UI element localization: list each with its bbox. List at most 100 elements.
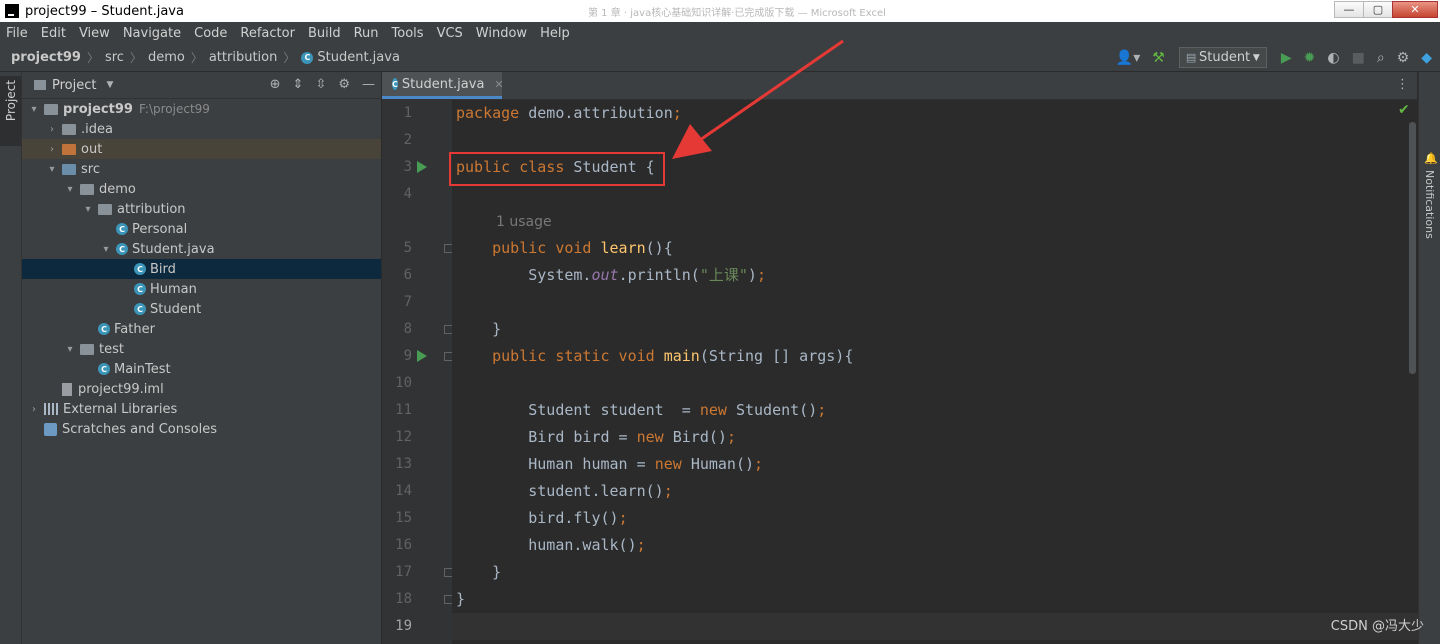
debug-icon[interactable]: ✹ — [1304, 50, 1316, 66]
expanded-arrow-icon[interactable]: ▾ — [64, 344, 76, 355]
menu-code[interactable]: Code — [194, 26, 227, 41]
code-line: student.learn(); — [452, 478, 1421, 505]
collapsed-arrow-icon[interactable]: › — [28, 404, 40, 415]
code-line: Bird bird = new Bird(); — [452, 424, 1421, 451]
tab-student-java[interactable]: C Student.java ✕ — [382, 72, 504, 99]
breadcrumb-src[interactable]: src — [105, 50, 124, 65]
menu-window[interactable]: Window — [476, 26, 527, 41]
run-gutter-icon[interactable] — [417, 161, 427, 173]
menu-vcs[interactable]: VCS — [437, 26, 463, 41]
tree-item[interactable]: › out — [22, 139, 381, 159]
collapse-all-icon[interactable]: ⇳ — [315, 77, 326, 92]
close-button[interactable]: ✕ — [1392, 1, 1438, 18]
line-number: 7 — [403, 294, 412, 310]
code-token: new — [636, 428, 673, 446]
collapsed-arrow-icon[interactable]: › — [46, 124, 58, 135]
line-number: 14 — [395, 483, 412, 499]
locate-target-icon[interactable]: ⊕ — [270, 77, 281, 92]
line-number: 18 — [395, 591, 412, 607]
tree-item[interactable]: C Human — [22, 279, 381, 299]
tree-item[interactable]: project99.iml — [22, 379, 381, 399]
tree-item-label: Scratches and Consoles — [62, 421, 218, 437]
project-panel-title[interactable]: Project — [52, 78, 96, 93]
notifications-tool-label[interactable]: Notifications — [1423, 170, 1436, 239]
tree-item[interactable]: › .idea — [22, 119, 381, 139]
project-tool-label[interactable]: Project — [4, 80, 18, 121]
run-gutter-icon[interactable] — [417, 350, 427, 362]
code-line: Human human = new Human(); — [452, 451, 1421, 478]
expanded-arrow-icon[interactable]: ▾ — [82, 204, 94, 215]
tree-item[interactable]: C Personal — [22, 219, 381, 239]
project-view-icon — [34, 80, 46, 90]
breadcrumb-project[interactable]: project99 — [11, 50, 81, 65]
toolbox-icon[interactable]: ◆ — [1421, 50, 1432, 66]
tree-item[interactable]: C Student — [22, 299, 381, 319]
code-token: ; — [726, 428, 736, 446]
run-configuration-select[interactable]: ▤ Student ▼ — [1178, 47, 1267, 68]
close-icon[interactable]: ✕ — [494, 78, 503, 91]
menu-view[interactable]: View — [79, 26, 110, 41]
tree-item[interactable]: ▾ attribution — [22, 199, 381, 219]
expand-all-icon[interactable]: ⇕ — [293, 77, 304, 92]
tree-item[interactable]: C MainTest — [22, 359, 381, 379]
more-vertical-icon[interactable]: ⋮ — [1396, 77, 1409, 92]
expanded-arrow-icon[interactable]: ▾ — [46, 164, 58, 175]
notifications-bell-icon[interactable]: 🔔 — [1424, 152, 1438, 165]
folder-icon — [62, 123, 76, 135]
tree-item[interactable]: › External Libraries — [22, 399, 381, 419]
minimize-button[interactable]: — — [1334, 1, 1364, 18]
settings-gear-icon[interactable]: ⚙ — [338, 77, 350, 92]
breadcrumb-demo[interactable]: demo — [148, 50, 185, 65]
breadcrumb-separator: 〉 — [190, 51, 203, 65]
search-icon[interactable]: ⌕ — [1377, 50, 1385, 66]
menu-file[interactable]: File — [6, 26, 28, 41]
expanded-arrow-icon[interactable]: ▾ — [28, 104, 40, 115]
tree-item[interactable]: ▾ C Student.java — [22, 239, 381, 259]
build-hammer-icon[interactable]: ⚒ — [1152, 50, 1165, 66]
user-icon[interactable]: 👤▾ — [1116, 50, 1140, 66]
library-icon — [44, 403, 58, 415]
tree-item[interactable]: ▾ project99 F:\project99 — [22, 99, 381, 119]
breadcrumb-file[interactable]: C Student.java — [301, 50, 400, 65]
menu-edit[interactable]: Edit — [41, 26, 66, 41]
tree-item[interactable]: C Father — [22, 319, 381, 339]
scratches-icon — [44, 422, 57, 436]
tree-item[interactable]: ▾ demo — [22, 179, 381, 199]
editor-scrollbar[interactable] — [1409, 122, 1416, 374]
line-number: 3 — [403, 159, 412, 175]
breadcrumb-attribution[interactable]: attribution — [209, 50, 278, 65]
chevron-down-icon[interactable]: ▼ — [106, 80, 113, 90]
menu-build[interactable]: Build — [308, 26, 341, 41]
run-icon[interactable]: ▶ — [1281, 50, 1292, 66]
code-token: Bird bird = — [456, 428, 637, 446]
tree-item-label: demo — [99, 181, 136, 197]
expanded-arrow-icon[interactable]: ▾ — [64, 184, 76, 195]
tree-item[interactable]: ▾ src — [22, 159, 381, 179]
collapsed-arrow-icon[interactable]: › — [46, 144, 58, 155]
line-number: 17 — [395, 564, 412, 580]
stop-icon[interactable]: ■ — [1352, 50, 1365, 66]
tree-item[interactable]: Scratches and Consoles — [22, 419, 381, 439]
expanded-arrow-icon[interactable]: ▾ — [100, 244, 112, 255]
tree-item[interactable]: C Bird — [22, 259, 381, 279]
left-tool-strip — [0, 72, 22, 644]
menu-navigate[interactable]: Navigate — [123, 26, 181, 41]
usage-hint[interactable]: 1 usage — [452, 208, 1440, 235]
maximize-button[interactable]: ▢ — [1363, 1, 1393, 18]
tree-item[interactable]: ▾ test — [22, 339, 381, 359]
inspection-ok-icon[interactable]: ✔ — [1398, 102, 1410, 118]
coverage-icon[interactable]: ◐ — [1327, 50, 1339, 66]
java-class-icon: C — [98, 323, 110, 335]
hide-panel-icon[interactable]: — — [362, 77, 375, 92]
menu-refactor[interactable]: Refactor — [240, 26, 295, 41]
menu-tools[interactable]: Tools — [392, 26, 424, 41]
project-panel-header: Project ▼ ⊕ ⇕ ⇳ ⚙ — — [22, 72, 381, 99]
code-token: student.learn() — [456, 482, 664, 500]
navigation-bar: project99 〉 src 〉 demo 〉 attribution 〉 C… — [0, 44, 1440, 72]
menu-help[interactable]: Help — [540, 26, 570, 41]
menu-run[interactable]: Run — [354, 26, 379, 41]
settings-gear-icon[interactable]: ⚙ — [1397, 50, 1410, 66]
configuration-icon: ▤ — [1185, 51, 1197, 64]
